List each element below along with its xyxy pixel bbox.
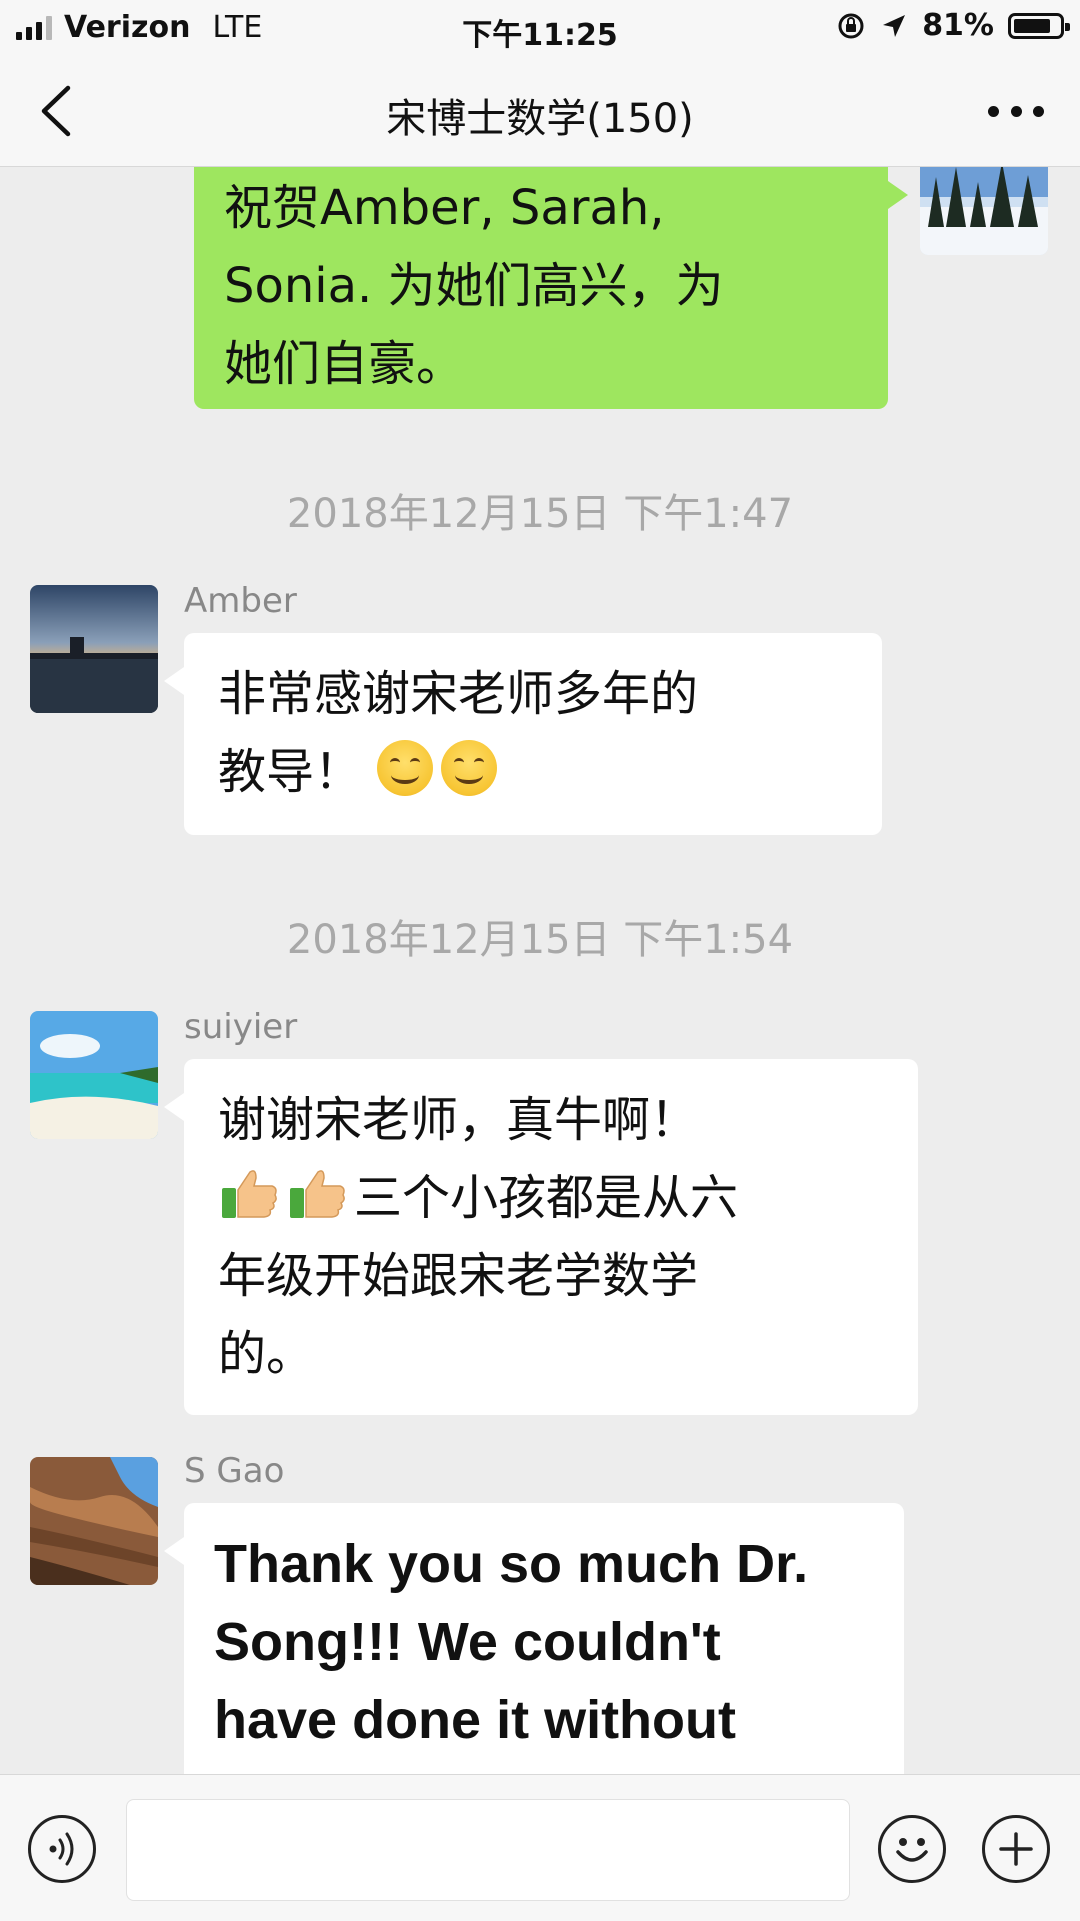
orientation-lock-icon bbox=[838, 13, 864, 38]
forest-snow-avatar-image bbox=[920, 167, 1048, 255]
input-bar bbox=[0, 1774, 1080, 1921]
message-line: 祝贺Amber, Sarah, bbox=[224, 180, 665, 236]
smile-emoji-icon bbox=[441, 740, 498, 796]
plus-icon[interactable] bbox=[982, 1815, 1050, 1883]
thumbs-up-emoji-icon bbox=[290, 1170, 345, 1218]
smile-emoji-icon bbox=[377, 740, 434, 796]
message-line: 三个小孩都是从六 bbox=[354, 1170, 739, 1226]
message-line-with-emoji: 教导！ bbox=[218, 733, 848, 811]
message-line: Song!!! We couldn't bbox=[214, 1612, 721, 1672]
message-line: have done it without bbox=[214, 1690, 736, 1750]
message-line: 谢谢宋老师，真牛啊！ bbox=[218, 1092, 699, 1148]
avatar-amber[interactable] bbox=[30, 585, 158, 713]
battery-percent: 81% bbox=[922, 8, 994, 43]
sender-name: Amber bbox=[184, 581, 297, 621]
message-line: Sonia. 为她们高兴，为 bbox=[224, 258, 724, 314]
message-bubble-sent[interactable]: 祝贺Amber, Sarah, Sonia. 为她们高兴，为 她们自豪。 bbox=[194, 167, 908, 409]
timestamp: 2018年12月15日 下午1:47 bbox=[286, 491, 794, 537]
status-bar: Verizon LTE 下午11:25 81% bbox=[0, 0, 1080, 56]
chat-message-list[interactable]: 祝贺Amber, Sarah, Sonia. 为她们高兴，为 她们自豪。 201… bbox=[0, 167, 1080, 1774]
nav-bar: 宋博士数学(150) bbox=[0, 56, 1080, 167]
location-arrow-icon bbox=[883, 14, 906, 37]
battery-level bbox=[1014, 18, 1050, 33]
sender-name: S Gao bbox=[184, 1451, 285, 1491]
battery-icon bbox=[1008, 12, 1070, 39]
message-line: Thank you so much Dr. bbox=[214, 1534, 809, 1594]
voice-icon[interactable] bbox=[28, 1815, 96, 1883]
message-line: 的。 bbox=[218, 1326, 315, 1382]
message-bubble-received[interactable]: 谢谢宋老师，真牛啊！ 三个小孩都是从六 年级开始跟宋老学数学 的。 bbox=[164, 1059, 918, 1415]
chat-title: 宋博士数学(150) bbox=[386, 96, 694, 142]
thumbs-up-emoji-icon bbox=[222, 1170, 277, 1218]
message-line: 教导！ bbox=[218, 744, 363, 800]
smiley-glyph bbox=[896, 1838, 928, 1862]
rock-cliff-avatar-image bbox=[30, 1457, 158, 1585]
message-line: 非常感谢宋老师多年的 bbox=[218, 666, 699, 722]
plus-glyph bbox=[999, 1832, 1033, 1866]
beach-avatar-image bbox=[30, 1011, 158, 1139]
message-bubble-received[interactable]: Thank you so much Dr. Song!!! We couldn'… bbox=[164, 1503, 904, 1774]
emoji-icon[interactable] bbox=[878, 1815, 946, 1883]
timestamp: 2018年12月15日 下午1:54 bbox=[286, 917, 794, 963]
message-input[interactable] bbox=[126, 1799, 850, 1901]
voice-waves-glyph bbox=[49, 1832, 74, 1866]
avatar-self[interactable] bbox=[920, 167, 1048, 255]
status-right: 81% bbox=[836, 8, 1070, 43]
sunset-lake-avatar-image bbox=[30, 585, 158, 713]
avatar-suiyier[interactable] bbox=[30, 1011, 158, 1139]
message-line-with-emoji: 三个小孩都是从六 bbox=[218, 1159, 884, 1237]
message-line: 年级开始跟宋老学数学 bbox=[218, 1248, 699, 1304]
more-dots-icon[interactable] bbox=[988, 86, 1044, 136]
sender-name: suiyier bbox=[184, 1007, 298, 1047]
message-bubble-received[interactable]: 非常感谢宋老师多年的 教导！ bbox=[164, 633, 882, 835]
message-line: 她们自豪。 bbox=[224, 336, 465, 392]
avatar-s-gao[interactable] bbox=[30, 1457, 158, 1585]
